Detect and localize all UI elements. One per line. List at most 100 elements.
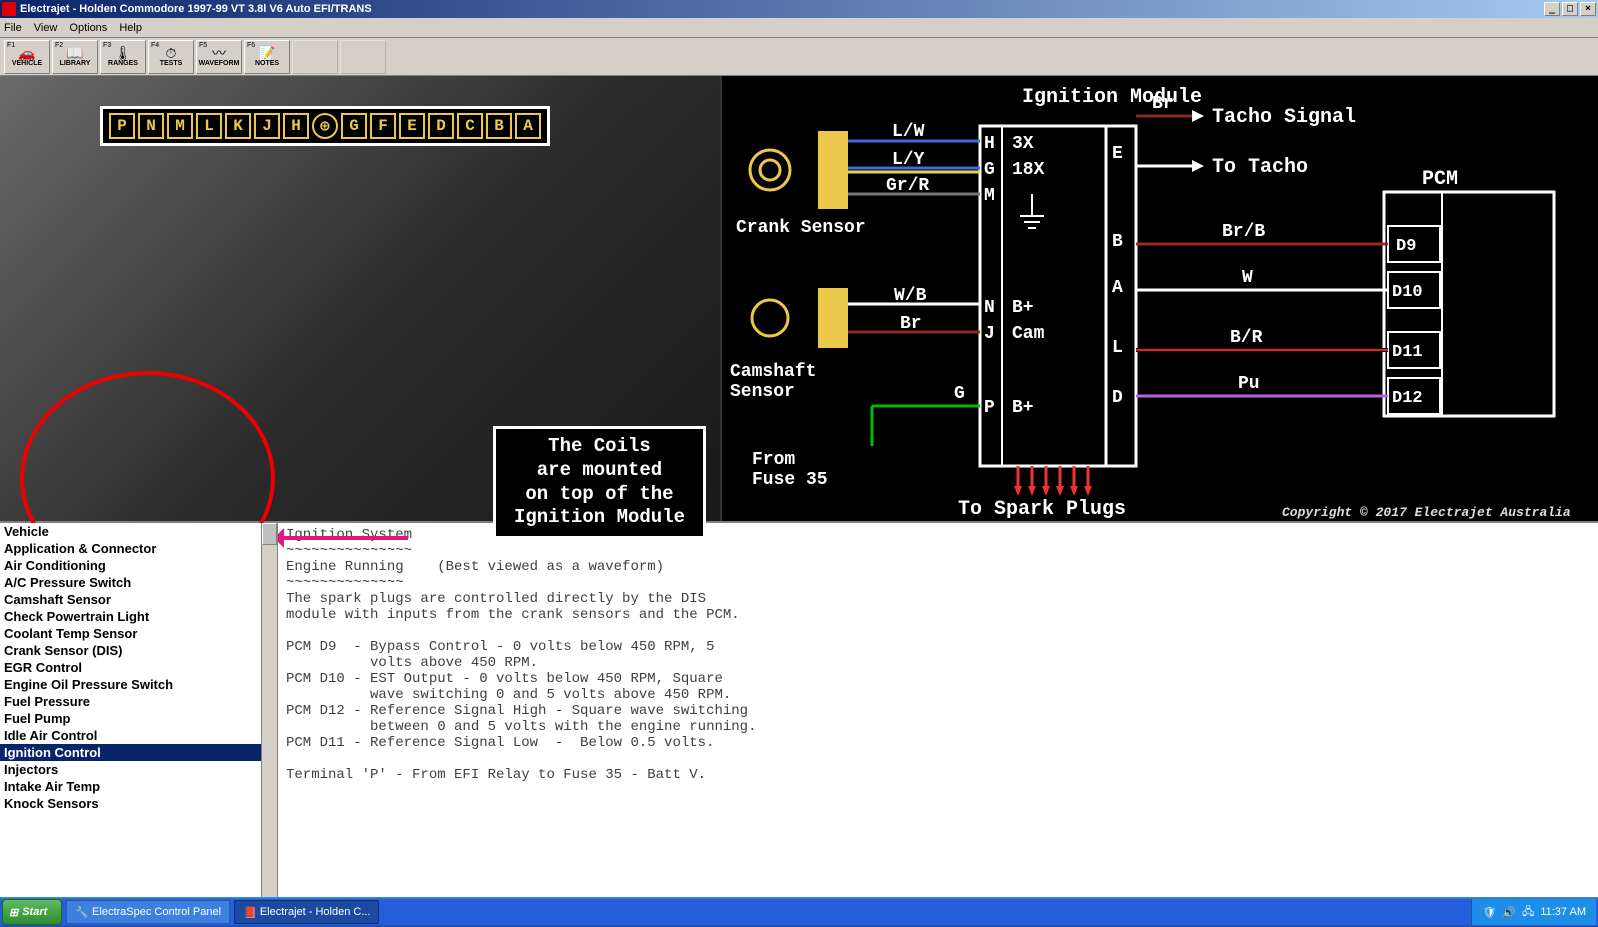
svg-text:Tacho Signal: Tacho Signal: [1212, 106, 1356, 129]
tool-library[interactable]: F2📖LIBRARY: [52, 40, 98, 74]
svg-text:J: J: [984, 324, 995, 344]
svg-text:D: D: [1112, 388, 1123, 408]
svg-text:Camshaft: Camshaft: [730, 362, 816, 382]
connector-pin: L: [196, 113, 222, 139]
svg-text:Cam: Cam: [1012, 324, 1045, 344]
schematic-title: Ignition Module: [1022, 86, 1202, 109]
list-item[interactable]: EGR Control: [0, 659, 277, 676]
schematic-panel: Ignition Module H G M N J P 3X 18X B+ Ca…: [722, 76, 1598, 521]
list-item[interactable]: Fuel Pump: [0, 710, 277, 727]
svg-text:A: A: [1112, 278, 1123, 298]
minimize-button[interactable]: _: [1544, 2, 1560, 16]
start-button[interactable]: ⊞ Start: [2, 899, 62, 925]
list-scrollbar[interactable]: [261, 523, 277, 897]
svg-text:B+: B+: [1012, 298, 1034, 318]
tool-disabled-1: [292, 40, 338, 74]
window-title: Electrajet - Holden Commodore 1997-99 VT…: [20, 3, 372, 15]
tray-icon[interactable]: 🔊: [1502, 906, 1516, 919]
svg-text:To Tacho: To Tacho: [1212, 156, 1308, 179]
list-item[interactable]: Air Conditioning: [0, 557, 277, 574]
windows-icon: ⊞: [9, 906, 18, 919]
svg-text:Crank Sensor: Crank Sensor: [736, 218, 866, 238]
connector-pin: P: [109, 113, 135, 139]
connector-pin-key: ⊕: [312, 113, 338, 139]
system-tray[interactable]: 🛡 🔊 🖧 11:37 AM: [1471, 899, 1596, 925]
gauge-icon: 🌡: [114, 46, 132, 60]
svg-text:L/Y: L/Y: [892, 150, 925, 170]
menu-options[interactable]: Options: [69, 22, 107, 34]
list-item[interactable]: Camshaft Sensor: [0, 591, 277, 608]
connector-pin: M: [167, 113, 193, 139]
svg-text:Br: Br: [900, 314, 922, 334]
meter-icon: ⏱: [166, 46, 177, 60]
list-item[interactable]: Fuel Pressure: [0, 693, 277, 710]
connector-pin: J: [254, 113, 280, 139]
svg-text:Br/B: Br/B: [1222, 222, 1265, 242]
list-item[interactable]: A/C Pressure Switch: [0, 574, 277, 591]
svg-text:L: L: [1112, 338, 1123, 358]
connector-pin: A: [515, 113, 541, 139]
connector-pin: F: [370, 113, 396, 139]
list-item[interactable]: Check Powertrain Light: [0, 608, 277, 625]
svg-text:3X: 3X: [1012, 134, 1034, 154]
scrollbar-thumb[interactable]: [262, 523, 277, 545]
svg-text:From: From: [752, 450, 795, 470]
svg-text:Pu: Pu: [1238, 374, 1260, 394]
tool-tests[interactable]: F4⏱TESTS: [148, 40, 194, 74]
svg-text:PCM: PCM: [1422, 168, 1458, 191]
menu-bar: File View Options Help: [0, 18, 1598, 38]
maximize-button[interactable]: □: [1562, 2, 1578, 16]
list-item[interactable]: Engine Oil Pressure Switch: [0, 676, 277, 693]
list-item[interactable]: Idle Air Control: [0, 727, 277, 744]
list-item[interactable]: Crank Sensor (DIS): [0, 642, 277, 659]
connector-pin: B: [486, 113, 512, 139]
list-item[interactable]: Coolant Temp Sensor: [0, 625, 277, 642]
svg-text:P: P: [984, 398, 995, 418]
connector-pin: E: [399, 113, 425, 139]
menu-file[interactable]: File: [4, 22, 22, 34]
svg-text:Gr/R: Gr/R: [886, 176, 929, 196]
car-icon: 🚗: [18, 46, 35, 60]
taskbar: ⊞ Start 🔧 ElectraSpec Control Panel 📕 El…: [0, 897, 1598, 927]
list-item[interactable]: Ignition Control: [0, 744, 277, 761]
app-icon: 🔧: [75, 906, 89, 919]
window-titlebar: Electrajet - Holden Commodore 1997-99 VT…: [0, 0, 1598, 18]
tool-disabled-2: [340, 40, 386, 74]
tray-clock: 11:37 AM: [1540, 906, 1586, 918]
list-item[interactable]: Intake Air Temp: [0, 778, 277, 795]
tray-icon[interactable]: 🖧: [1522, 903, 1534, 922]
list-item[interactable]: Application & Connector: [0, 540, 277, 557]
list-item[interactable]: Injectors: [0, 761, 277, 778]
svg-text:D11: D11: [1392, 343, 1423, 362]
connector-pin: N: [138, 113, 164, 139]
connector-pin: H: [283, 113, 309, 139]
taskbar-item[interactable]: 🔧 ElectraSpec Control Panel: [66, 900, 230, 924]
menu-help[interactable]: Help: [119, 22, 142, 34]
tray-icon[interactable]: 🛡: [1482, 906, 1496, 919]
taskbar-item-active[interactable]: 📕 Electrajet - Holden C...: [234, 900, 379, 924]
svg-text:W/B: W/B: [894, 286, 927, 306]
svg-text:B/R: B/R: [1230, 328, 1263, 348]
tool-ranges[interactable]: F3🌡RANGES: [100, 40, 146, 74]
svg-text:D10: D10: [1392, 283, 1423, 302]
caption-arrow: [278, 536, 408, 540]
book-icon: 📖: [66, 46, 83, 60]
connector-pin: G: [341, 113, 367, 139]
component-list[interactable]: VehicleApplication & ConnectorAir Condit…: [0, 523, 278, 897]
list-item[interactable]: Knock Sensors: [0, 795, 277, 812]
list-item[interactable]: Vehicle: [0, 523, 277, 540]
photo-panel: P N M L K J H ⊕ G F E D C B A The Coils …: [0, 76, 722, 521]
svg-text:Sensor: Sensor: [730, 382, 795, 402]
menu-view[interactable]: View: [34, 22, 58, 34]
connector-pin: D: [428, 113, 454, 139]
svg-text:G: G: [984, 160, 995, 180]
svg-text:Fuse 35: Fuse 35: [752, 470, 828, 490]
svg-text:Br: Br: [1152, 94, 1174, 114]
tool-waveform[interactable]: F5〰WAVEFORM: [196, 40, 242, 74]
tool-notes[interactable]: F6📝NOTES: [244, 40, 290, 74]
close-button[interactable]: ×: [1580, 2, 1596, 16]
tool-vehicle[interactable]: F1🚗VEHICLE: [4, 40, 50, 74]
svg-text:D9: D9: [1396, 237, 1416, 256]
svg-text:L/W: L/W: [892, 122, 925, 142]
svg-text:E: E: [1112, 144, 1123, 164]
